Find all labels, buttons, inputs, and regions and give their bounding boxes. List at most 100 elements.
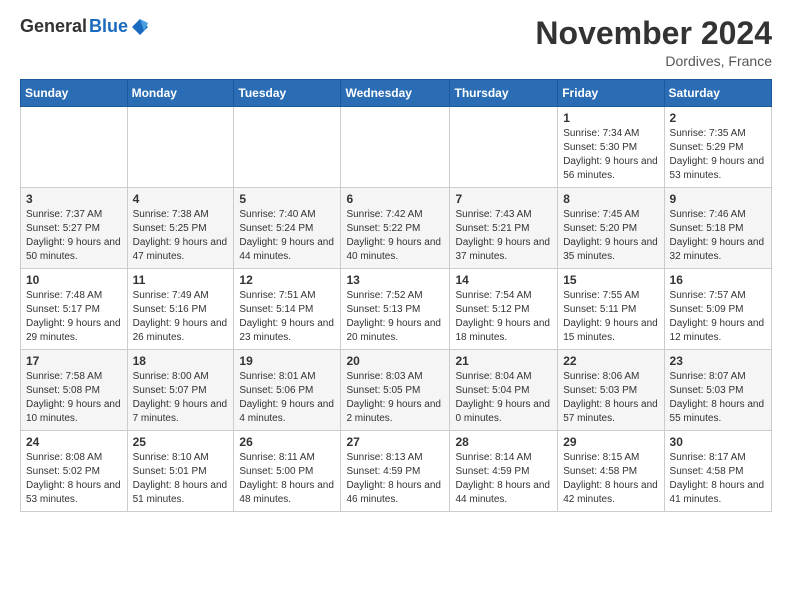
col-saturday: Saturday xyxy=(664,80,771,107)
day-info: Sunrise: 7:54 AM Sunset: 5:12 PM Dayligh… xyxy=(455,289,552,345)
calendar-cell-5-2: 25 Sunrise: 8:10 AM Sunset: 5:01 PM Dayli… xyxy=(127,431,234,512)
day-info: Sunrise: 8:01 AM Sunset: 5:06 PM Dayligh… xyxy=(239,370,335,426)
day-info: Sunrise: 8:06 AM Sunset: 5:03 PM Dayligh… xyxy=(563,370,658,426)
title-block: November 2024 Dordives, France xyxy=(535,16,772,69)
location: Dordives, France xyxy=(535,53,772,69)
col-friday: Friday xyxy=(558,80,664,107)
calendar-cell-4-4: 20 Sunrise: 8:03 AM Sunset: 5:05 PM Dayli… xyxy=(341,350,450,431)
day-number: 12 xyxy=(239,273,335,287)
day-info: Sunrise: 8:04 AM Sunset: 5:04 PM Dayligh… xyxy=(455,370,552,426)
calendar-week-4: 17 Sunrise: 7:58 AM Sunset: 5:08 PM Dayli… xyxy=(21,350,772,431)
calendar-week-5: 24 Sunrise: 8:08 AM Sunset: 5:02 PM Dayli… xyxy=(21,431,772,512)
day-number: 11 xyxy=(133,273,229,287)
col-thursday: Thursday xyxy=(450,80,558,107)
day-info: Sunrise: 8:03 AM Sunset: 5:05 PM Dayligh… xyxy=(346,370,444,426)
day-info: Sunrise: 7:40 AM Sunset: 5:24 PM Dayligh… xyxy=(239,208,335,264)
calendar-cell-4-7: 23Sunrise: 8:07 AM Sunset: 5:03 PM Dayli… xyxy=(664,350,771,431)
col-tuesday: Tuesday xyxy=(234,80,341,107)
day-info: Sunrise: 7:34 AM Sunset: 5:30 PM Dayligh… xyxy=(563,127,658,183)
day-number: 14 xyxy=(455,273,552,287)
calendar-cell-5-4: 27Sunrise: 8:13 AM Sunset: 4:59 PM Dayli… xyxy=(341,431,450,512)
day-info: Sunrise: 7:38 AM Sunset: 5:25 PM Dayligh… xyxy=(133,208,229,264)
day-info: Sunrise: 7:43 AM Sunset: 5:21 PM Dayligh… xyxy=(455,208,552,264)
day-number: 29 xyxy=(563,435,658,449)
day-info: Sunrise: 8:00 AM Sunset: 5:07 PM Dayligh… xyxy=(133,370,229,426)
day-number: 24 xyxy=(26,435,122,449)
day-info: Sunrise: 7:49 AM Sunset: 5:16 PM Dayligh… xyxy=(133,289,229,345)
day-info: Sunrise: 8:07 AM Sunset: 5:03 PM Dayligh… xyxy=(670,370,766,426)
calendar-cell-3-2: 11 Sunrise: 7:49 AM Sunset: 5:16 PM Dayli… xyxy=(127,269,234,350)
day-number: 10 xyxy=(26,273,122,287)
day-number: 3 xyxy=(26,192,122,206)
calendar-cell-1-1 xyxy=(21,107,128,188)
calendar-cell-1-5 xyxy=(450,107,558,188)
calendar-cell-4-6: 22 Sunrise: 8:06 AM Sunset: 5:03 PM Dayli… xyxy=(558,350,664,431)
day-number: 8 xyxy=(563,192,658,206)
calendar-cell-5-5: 28Sunrise: 8:14 AM Sunset: 4:59 PM Dayli… xyxy=(450,431,558,512)
calendar-cell-2-6: 8 Sunrise: 7:45 AM Sunset: 5:20 PM Daylig… xyxy=(558,188,664,269)
day-number: 4 xyxy=(133,192,229,206)
day-number: 13 xyxy=(346,273,444,287)
calendar-cell-3-6: 15 Sunrise: 7:55 AM Sunset: 5:11 PM Dayli… xyxy=(558,269,664,350)
calendar-cell-4-3: 19 Sunrise: 8:01 AM Sunset: 5:06 PM Dayli… xyxy=(234,350,341,431)
day-info: Sunrise: 8:14 AM Sunset: 4:59 PM Dayligh… xyxy=(455,451,552,507)
day-info: Sunrise: 7:48 AM Sunset: 5:17 PM Dayligh… xyxy=(26,289,122,345)
day-number: 5 xyxy=(239,192,335,206)
day-info: Sunrise: 7:51 AM Sunset: 5:14 PM Dayligh… xyxy=(239,289,335,345)
calendar-cell-4-1: 17 Sunrise: 7:58 AM Sunset: 5:08 PM Dayli… xyxy=(21,350,128,431)
calendar-cell-5-1: 24 Sunrise: 8:08 AM Sunset: 5:02 PM Dayli… xyxy=(21,431,128,512)
logo-general: General xyxy=(20,16,87,37)
day-number: 25 xyxy=(133,435,229,449)
day-info: Sunrise: 7:55 AM Sunset: 5:11 PM Dayligh… xyxy=(563,289,658,345)
day-number: 27 xyxy=(346,435,444,449)
day-number: 15 xyxy=(563,273,658,287)
day-info: Sunrise: 8:10 AM Sunset: 5:01 PM Dayligh… xyxy=(133,451,229,507)
day-number: 9 xyxy=(670,192,766,206)
calendar-cell-2-1: 3 Sunrise: 7:37 AM Sunset: 5:27 PM Daylig… xyxy=(21,188,128,269)
day-info: Sunrise: 7:52 AM Sunset: 5:13 PM Dayligh… xyxy=(346,289,444,345)
day-info: Sunrise: 7:46 AM Sunset: 5:18 PM Dayligh… xyxy=(670,208,766,264)
day-number: 6 xyxy=(346,192,444,206)
day-info: Sunrise: 8:17 AM Sunset: 4:58 PM Dayligh… xyxy=(670,451,766,507)
col-sunday: Sunday xyxy=(21,80,128,107)
day-number: 17 xyxy=(26,354,122,368)
calendar-cell-2-7: 9 Sunrise: 7:46 AM Sunset: 5:18 PM Daylig… xyxy=(664,188,771,269)
calendar-cell-1-3 xyxy=(234,107,341,188)
day-number: 1 xyxy=(563,111,658,125)
calendar-cell-3-5: 14 Sunrise: 7:54 AM Sunset: 5:12 PM Dayli… xyxy=(450,269,558,350)
day-info: Sunrise: 7:37 AM Sunset: 5:27 PM Dayligh… xyxy=(26,208,122,264)
calendar-cell-5-6: 29Sunrise: 8:15 AM Sunset: 4:58 PM Dayli… xyxy=(558,431,664,512)
col-monday: Monday xyxy=(127,80,234,107)
calendar-cell-5-3: 26 Sunrise: 8:11 AM Sunset: 5:00 PM Dayli… xyxy=(234,431,341,512)
day-info: Sunrise: 7:58 AM Sunset: 5:08 PM Dayligh… xyxy=(26,370,122,426)
day-info: Sunrise: 8:11 AM Sunset: 5:00 PM Dayligh… xyxy=(239,451,335,507)
calendar-week-3: 10 Sunrise: 7:48 AM Sunset: 5:17 PM Dayli… xyxy=(21,269,772,350)
calendar-cell-4-5: 21 Sunrise: 8:04 AM Sunset: 5:04 PM Dayli… xyxy=(450,350,558,431)
day-info: Sunrise: 8:08 AM Sunset: 5:02 PM Dayligh… xyxy=(26,451,122,507)
logo: GeneralBlue xyxy=(20,16,150,37)
calendar-cell-1-6: 1 Sunrise: 7:34 AM Sunset: 5:30 PM Daylig… xyxy=(558,107,664,188)
day-info: Sunrise: 7:45 AM Sunset: 5:20 PM Dayligh… xyxy=(563,208,658,264)
header-row: Sunday Monday Tuesday Wednesday Thursday… xyxy=(21,80,772,107)
calendar-week-1: 1 Sunrise: 7:34 AM Sunset: 5:30 PM Daylig… xyxy=(21,107,772,188)
day-number: 21 xyxy=(455,354,552,368)
day-number: 26 xyxy=(239,435,335,449)
day-number: 19 xyxy=(239,354,335,368)
day-number: 16 xyxy=(670,273,766,287)
calendar-cell-5-7: 30Sunrise: 8:17 AM Sunset: 4:58 PM Dayli… xyxy=(664,431,771,512)
calendar-cell-3-7: 16 Sunrise: 7:57 AM Sunset: 5:09 PM Dayli… xyxy=(664,269,771,350)
day-info: Sunrise: 7:35 AM Sunset: 5:29 PM Dayligh… xyxy=(670,127,766,183)
page: GeneralBlue November 2024 Dordives, Fran… xyxy=(0,0,792,532)
calendar-cell-2-3: 5 Sunrise: 7:40 AM Sunset: 5:24 PM Daylig… xyxy=(234,188,341,269)
logo-icon xyxy=(130,17,150,37)
calendar-cell-3-4: 13 Sunrise: 7:52 AM Sunset: 5:13 PM Dayli… xyxy=(341,269,450,350)
day-info: Sunrise: 7:42 AM Sunset: 5:22 PM Dayligh… xyxy=(346,208,444,264)
calendar-cell-3-3: 12 Sunrise: 7:51 AM Sunset: 5:14 PM Dayli… xyxy=(234,269,341,350)
day-number: 20 xyxy=(346,354,444,368)
calendar-cell-1-7: 2Sunrise: 7:35 AM Sunset: 5:29 PM Daylig… xyxy=(664,107,771,188)
calendar-week-2: 3 Sunrise: 7:37 AM Sunset: 5:27 PM Daylig… xyxy=(21,188,772,269)
col-wednesday: Wednesday xyxy=(341,80,450,107)
day-number: 22 xyxy=(563,354,658,368)
calendar-cell-2-5: 7Sunrise: 7:43 AM Sunset: 5:21 PM Daylig… xyxy=(450,188,558,269)
day-info: Sunrise: 7:57 AM Sunset: 5:09 PM Dayligh… xyxy=(670,289,766,345)
